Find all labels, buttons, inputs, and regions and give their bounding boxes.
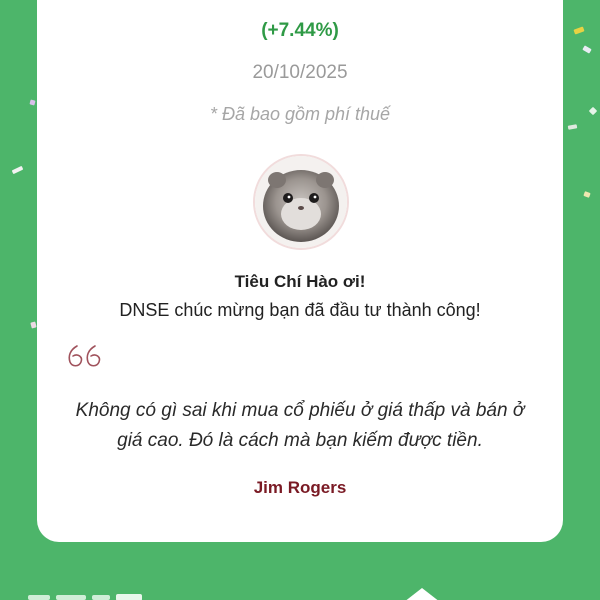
confetti-piece [567, 124, 578, 130]
bottom-pointer [404, 588, 440, 600]
hamster-avatar-icon [253, 154, 349, 250]
change-percent: (+7.44%) [261, 20, 339, 41]
confetti-piece [29, 99, 36, 106]
confetti-piece [583, 191, 591, 198]
celebration-card: (+7.44%) 20/10/2025 * Đã bao gồm phí thu… [37, 0, 563, 542]
cut-off-bottom-glyphs [28, 594, 142, 600]
fee-note: * Đã bao gồm phí thuế [209, 104, 391, 124]
date-label: 20/10/2025 [252, 62, 348, 83]
quote-author: Jim Rogers [253, 478, 347, 497]
confetti-piece [582, 45, 592, 54]
confetti-piece [30, 321, 37, 329]
quote-text: Không có gì sai khi mua cổ phiếu ở giá t… [75, 400, 525, 451]
confetti-piece [588, 106, 598, 116]
confetti-piece [11, 165, 24, 175]
congrats-text: DNSE chúc mừng bạn đã đầu tư thành công! [119, 300, 481, 320]
quote-icon [68, 345, 101, 367]
bottom-cut-off-content [28, 593, 158, 600]
confetti-piece [573, 26, 585, 35]
greeting-text: Tiêu Chí Hào ơi! [234, 272, 366, 291]
